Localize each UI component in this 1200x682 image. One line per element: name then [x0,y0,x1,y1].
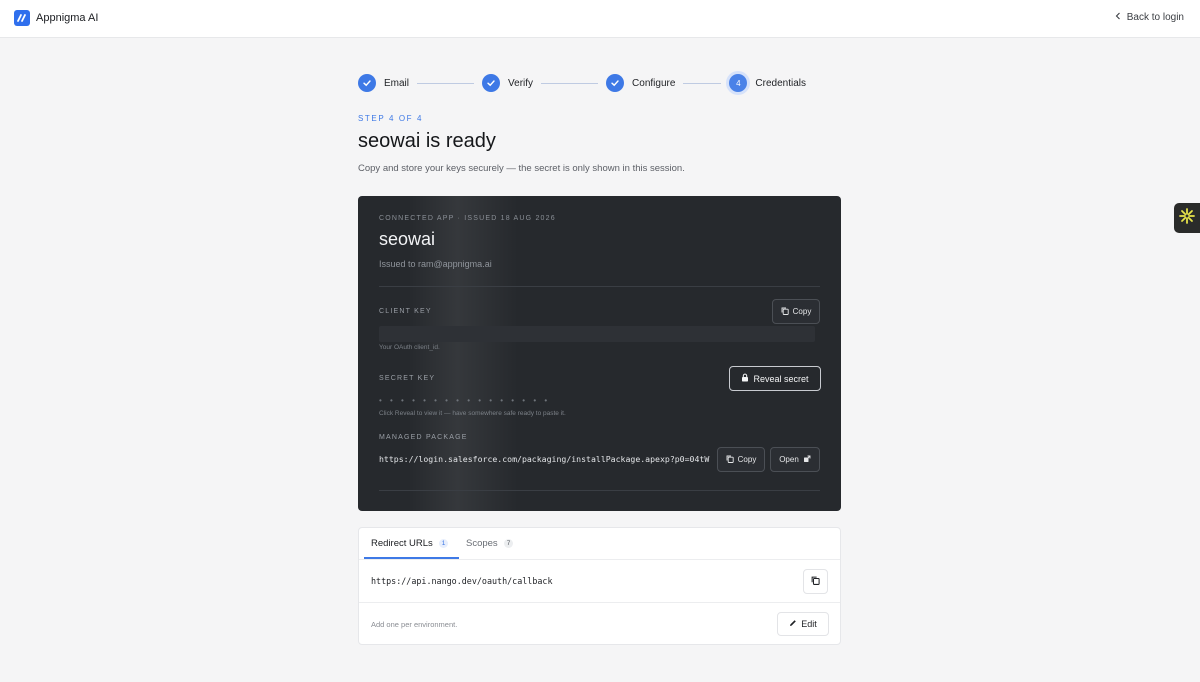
card-divider [379,286,820,287]
secret-key-label: SECRET KEY [379,375,436,382]
open-package-button[interactable]: Open [770,447,820,472]
check-icon [606,74,625,92]
step-label: Verify [508,77,534,89]
copy-package-button[interactable]: Copy [717,447,765,472]
copy-label: Copy [792,307,812,316]
row-divider [359,602,840,603]
pencil-icon [789,619,797,629]
back-to-login-link[interactable]: Back to login [1115,12,1184,23]
edit-button[interactable]: Edit [777,612,829,636]
back-to-login-label: Back to login [1126,12,1184,23]
check-icon [482,74,501,92]
step-kicker: STEP 4 OF 4 [358,114,424,123]
step-connector [417,82,475,84]
secret-key-masked: • • • • • • • • • • • • • • • • [379,396,551,405]
step-configure: Configure [606,74,675,92]
package-url: https://login.salesforce.com/packaging/i… [379,454,710,464]
brand-name: Appnigma AI [36,12,99,24]
step-label: Configure [632,77,676,89]
client-key-hint: Your OAuth client_id. [379,344,440,351]
lock-icon [741,373,749,384]
sparkle-icon [1178,207,1196,230]
tab-label: Scopes [466,538,498,549]
card-meta: CONNECTED APP · ISSUED 18 AUG 2026 [379,215,556,222]
reveal-secret-label: Reveal secret [753,373,809,384]
credentials-card: CONNECTED APP · ISSUED 18 AUG 2026 seowa… [358,196,841,511]
check-icon [358,74,376,92]
step-label: Credentials [755,77,806,89]
external-link-icon [803,455,811,465]
step-connector [683,82,722,84]
copy-icon [781,307,789,317]
chevron-left-icon [1115,12,1121,23]
step-credentials: 4 Credentials [729,74,806,92]
client-key-value [379,326,815,342]
copy-client-key-button[interactable]: Copy [772,299,820,324]
copy-redirect-url-button[interactable] [803,569,828,594]
page-subtitle: Copy and store your keys securely — the … [358,163,685,174]
page-title: seowai is ready [358,130,496,152]
secret-key-hint: Click Reveal to view it — have somewhere… [379,410,566,417]
tab-redirect-urls[interactable]: Redirect URLs 1 [371,538,449,549]
step-verify: Verify [482,74,533,92]
brand[interactable]: Appnigma AI [14,10,98,26]
client-key-label: CLIENT KEY [379,308,432,315]
redirect-hint: Add one per environment. [371,620,458,629]
appnigma-logo-icon [14,10,30,26]
tab-scopes[interactable]: Scopes 7 [466,538,514,549]
step-number: 4 [729,74,748,92]
redirect-url: https://api.nango.dev/oauth/callback [371,576,553,586]
progress-stepper: Email Verify Configure 4 Credentials [358,73,806,93]
managed-package-label: MANAGED PACKAGE [379,434,468,441]
step-connector [541,82,599,84]
card-divider [379,490,820,491]
count-badge: 7 [503,539,514,548]
open-label: Open [779,455,799,464]
tab-divider [359,559,840,560]
issued-to: Issued to ram@appnigma.ai [379,259,492,269]
app-name: seowai [379,229,436,249]
copy-label: Copy [737,455,757,464]
top-bar: Appnigma AI Back to login [0,0,1200,38]
redirect-scopes-panel: Redirect URLs 1 Scopes 7 https://api.nan… [358,527,841,645]
step-label: Email [384,77,410,89]
tab-label: Redirect URLs [371,538,433,549]
side-widget-button[interactable] [1174,203,1200,233]
copy-icon [811,576,820,587]
copy-icon [726,455,734,465]
edit-label: Edit [801,619,817,629]
reveal-secret-button[interactable]: Reveal secret [729,366,821,391]
count-badge: 1 [438,539,449,548]
step-email: Email [358,74,409,92]
